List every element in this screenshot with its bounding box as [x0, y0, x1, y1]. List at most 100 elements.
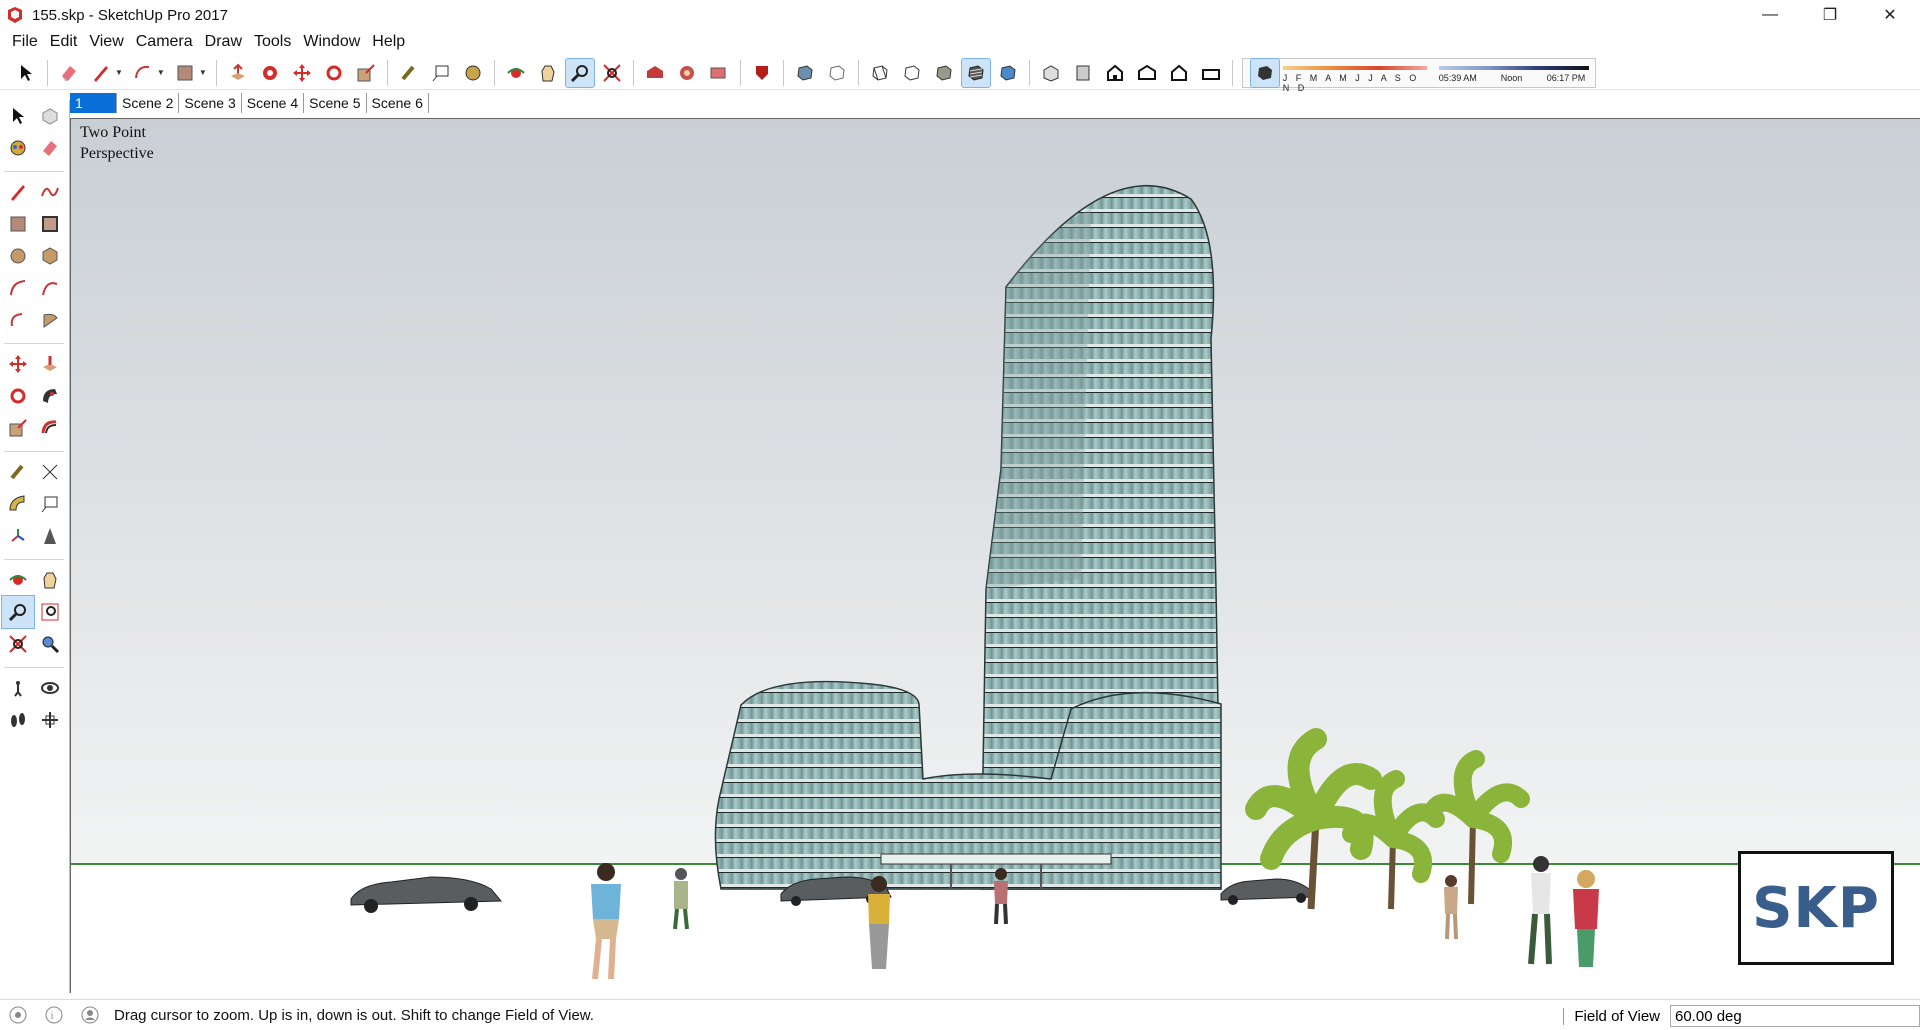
rectangle-tool-icon[interactable]: [171, 59, 199, 87]
menu-help[interactable]: Help: [366, 33, 411, 51]
orbit-icon[interactable]: [2, 564, 34, 596]
select-tool-icon[interactable]: [12, 59, 40, 87]
rotate-icon[interactable]: [2, 380, 34, 412]
zoom-icon[interactable]: [1, 595, 35, 629]
circle-icon[interactable]: [2, 240, 34, 272]
scale-icon[interactable]: [2, 412, 34, 444]
text-tool-icon[interactable]: [427, 59, 455, 87]
dimension-icon[interactable]: [34, 456, 66, 488]
tool-separator: [4, 660, 64, 668]
shaded-icon[interactable]: [930, 59, 958, 87]
menu-view[interactable]: View: [83, 33, 129, 51]
zoom-tool-icon[interactable]: [564, 57, 595, 88]
toolbar-separator: [857, 59, 859, 86]
warehouse-icon[interactable]: [641, 59, 669, 87]
freehand-icon[interactable]: [34, 176, 66, 208]
menu-file[interactable]: File: [6, 33, 44, 51]
left-view-icon[interactable]: [1197, 59, 1225, 87]
scene-tab-1[interactable]: 1: [70, 93, 117, 113]
pan-icon[interactable]: [34, 564, 66, 596]
walk-icon[interactable]: [2, 704, 34, 736]
orbit-tool-icon[interactable]: [502, 59, 530, 87]
maximize-button[interactable]: ❐: [1800, 0, 1860, 30]
rotated-rectangle-icon[interactable]: [34, 208, 66, 240]
polygon-icon[interactable]: [34, 240, 66, 272]
follow-me-icon[interactable]: [34, 380, 66, 412]
3d-text-icon[interactable]: [34, 520, 66, 552]
protractor-icon[interactable]: [2, 488, 34, 520]
two-point-arc-icon[interactable]: [34, 272, 66, 304]
pie-icon[interactable]: [34, 304, 66, 336]
geo-location-icon[interactable]: [8, 1005, 28, 1025]
move-icon[interactable]: [2, 348, 34, 380]
model-viewport[interactable]: Two Point Perspective SKP: [70, 118, 1920, 993]
arc-tool-icon[interactable]: [129, 59, 157, 87]
share-model-icon[interactable]: [705, 59, 733, 87]
menu-tools[interactable]: Tools: [248, 33, 297, 51]
front-view-icon[interactable]: [1101, 59, 1129, 87]
iso-view-icon[interactable]: [1037, 59, 1065, 87]
xray-style-icon[interactable]: [791, 59, 819, 87]
menu-window[interactable]: Window: [297, 33, 366, 51]
select-icon[interactable]: [2, 100, 34, 132]
shadows-toggle-icon[interactable]: [1249, 57, 1280, 88]
close-button[interactable]: ✕: [1860, 0, 1920, 30]
pencil-tool-icon[interactable]: [87, 59, 115, 87]
extension-warehouse-icon[interactable]: [673, 59, 701, 87]
user-account-icon[interactable]: [80, 1005, 100, 1025]
time-slider[interactable]: 05:39 AM Noon 06:17 PM: [1438, 60, 1589, 86]
tape-measure-icon[interactable]: [395, 59, 423, 87]
zoom-window-icon[interactable]: [34, 596, 66, 628]
move-tool-icon[interactable]: [288, 59, 316, 87]
wireframe-icon[interactable]: [866, 59, 894, 87]
back-edges-icon[interactable]: [823, 59, 851, 87]
arc-dropdown-icon[interactable]: ▼: [157, 68, 165, 77]
minimize-button[interactable]: —: [1740, 0, 1800, 30]
arc-icon[interactable]: [2, 272, 34, 304]
measurements-input[interactable]: 60.00 deg: [1670, 1005, 1920, 1027]
scene-tab-3[interactable]: Scene 3: [179, 93, 242, 113]
scene-tab-6[interactable]: Scene 6: [367, 93, 429, 113]
extension-manager-icon[interactable]: [748, 59, 776, 87]
scene-tab-2[interactable]: Scene 2: [117, 93, 180, 113]
paint-bucket-icon[interactable]: [2, 132, 34, 164]
scene-tab-5[interactable]: Scene 5: [304, 93, 367, 113]
tape-measure-icon[interactable]: [2, 456, 34, 488]
previous-view-icon[interactable]: [34, 628, 66, 660]
shaded-textures-icon[interactable]: [960, 57, 991, 88]
follow-me-icon[interactable]: [256, 59, 284, 87]
pencil-dropdown-icon[interactable]: ▼: [115, 68, 123, 77]
shape-dropdown-icon[interactable]: ▼: [199, 68, 207, 77]
position-camera-icon[interactable]: [2, 672, 34, 704]
axes-icon[interactable]: [2, 520, 34, 552]
menu-draw[interactable]: Draw: [199, 33, 248, 51]
offset-icon[interactable]: [34, 412, 66, 444]
zoom-extents-icon[interactable]: [598, 59, 626, 87]
look-around-icon[interactable]: [34, 672, 66, 704]
hidden-line-icon[interactable]: [898, 59, 926, 87]
monochrome-icon[interactable]: [994, 59, 1022, 87]
rectangle-icon[interactable]: [2, 208, 34, 240]
menu-edit[interactable]: Edit: [44, 33, 84, 51]
right-view-icon[interactable]: [1133, 59, 1161, 87]
scale-tool-icon[interactable]: [352, 59, 380, 87]
section-plane-icon[interactable]: [34, 704, 66, 736]
three-point-arc-icon[interactable]: [2, 304, 34, 336]
eraser-tool-icon[interactable]: [55, 59, 83, 87]
paint-bucket-icon[interactable]: [459, 59, 487, 87]
pan-tool-icon[interactable]: [534, 59, 562, 87]
push-pull-icon[interactable]: [34, 348, 66, 380]
text-icon[interactable]: [34, 488, 66, 520]
zoom-extents-icon[interactable]: [2, 628, 34, 660]
make-component-icon[interactable]: [34, 100, 66, 132]
back-view-icon[interactable]: [1165, 59, 1193, 87]
line-icon[interactable]: [2, 176, 34, 208]
rotate-tool-icon[interactable]: [320, 59, 348, 87]
push-pull-icon[interactable]: [224, 59, 252, 87]
eraser-icon[interactable]: [34, 132, 66, 164]
date-slider[interactable]: J F M A M J J A S O N D: [1281, 60, 1429, 93]
top-view-icon[interactable]: [1069, 59, 1097, 87]
menu-camera[interactable]: Camera: [130, 33, 199, 51]
credits-icon[interactable]: i: [44, 1005, 64, 1025]
scene-tab-4[interactable]: Scene 4: [242, 93, 305, 113]
